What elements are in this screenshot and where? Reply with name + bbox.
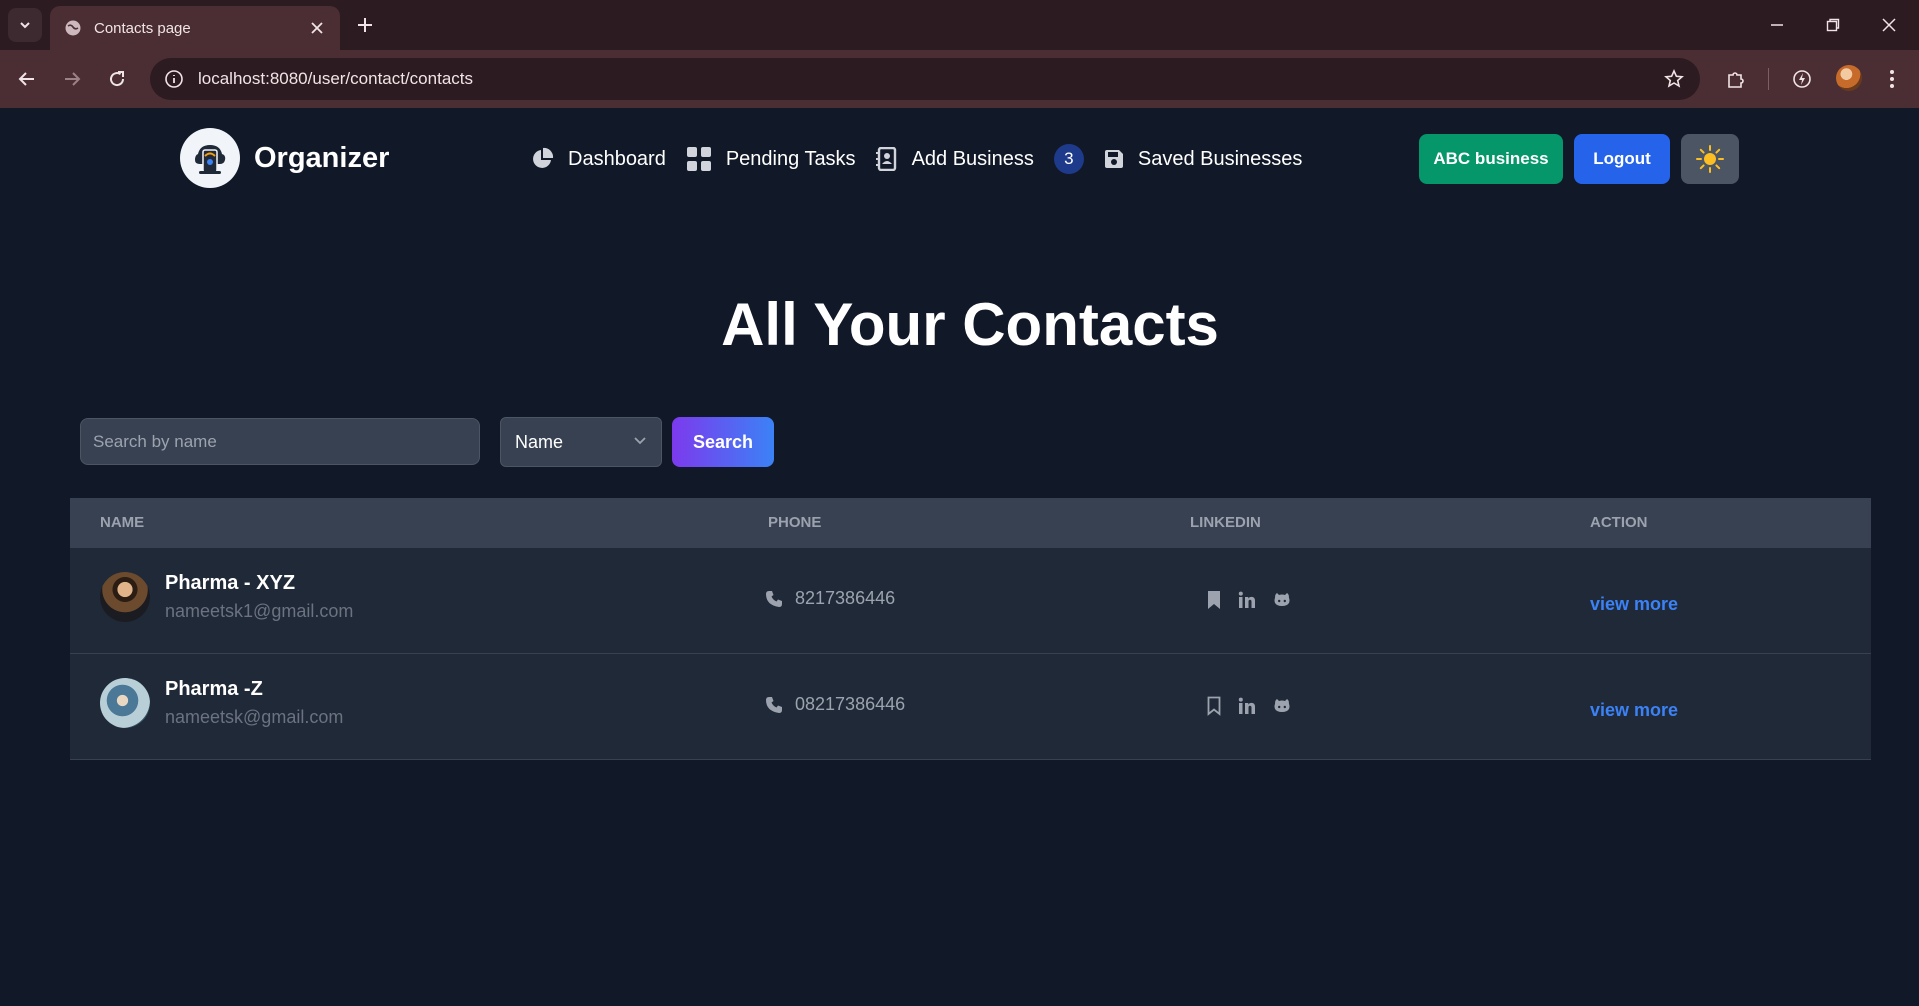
column-header-name: NAME bbox=[100, 514, 145, 531]
profile-avatar[interactable] bbox=[1836, 65, 1862, 91]
floppy-disk-icon bbox=[1104, 150, 1123, 168]
plus-icon bbox=[358, 18, 372, 32]
linkedin-icon[interactable] bbox=[1238, 591, 1256, 609]
new-tab-button[interactable] bbox=[352, 12, 378, 38]
table-header: NAME PHONE LINKEDIN ACTION bbox=[70, 498, 1871, 548]
nav-add-business-label: Add Business bbox=[911, 147, 1034, 170]
browser-tab[interactable]: Contacts page bbox=[50, 6, 340, 50]
tab-title: Contacts page bbox=[94, 19, 191, 37]
bookmark-star-icon[interactable] bbox=[1664, 69, 1684, 89]
table-row: Pharma -Z nameetsk@gmail.com 08217386446… bbox=[70, 654, 1871, 760]
theme-toggle-button[interactable] bbox=[1681, 134, 1739, 184]
page-title: All Your Contacts bbox=[721, 291, 1219, 358]
linkedin-icon[interactable] bbox=[1238, 697, 1256, 715]
arrow-right-icon bbox=[65, 72, 81, 86]
nav-saved-businesses[interactable]: Saved Businesses bbox=[1104, 147, 1303, 171]
contact-name: Pharma -Z bbox=[165, 678, 263, 700]
avatar bbox=[100, 678, 150, 728]
column-header-action: ACTION bbox=[1590, 514, 1648, 531]
menu-button[interactable] bbox=[1876, 63, 1908, 95]
back-button[interactable] bbox=[11, 63, 43, 95]
close-window-button[interactable] bbox=[1861, 0, 1917, 50]
address-book-icon bbox=[875, 147, 896, 171]
performance-button[interactable] bbox=[1786, 63, 1818, 95]
contact-name: Pharma - XYZ bbox=[165, 572, 296, 594]
logout-button[interactable]: Logout bbox=[1574, 134, 1670, 184]
tab-search-button[interactable] bbox=[8, 8, 42, 42]
chevron-down-icon bbox=[634, 437, 646, 445]
search-field-select[interactable]: Name bbox=[500, 417, 662, 467]
chevron-down-icon bbox=[20, 22, 30, 29]
nav-menu: Dashboard Pending Tasks Add Business 3 S… bbox=[530, 144, 1322, 174]
phone-number: 08217386446 bbox=[795, 694, 906, 714]
bookmark-outline-icon[interactable] bbox=[1206, 696, 1222, 716]
contact-email: nameetsk@gmail.com bbox=[165, 707, 344, 727]
avatar bbox=[100, 572, 150, 622]
speed-icon bbox=[1793, 70, 1811, 88]
browser-tab-bar: Contacts page bbox=[0, 0, 1919, 50]
column-header-linkedin: LINKEDIN bbox=[1190, 514, 1261, 531]
browser-toolbar: localhost:8080/user/contact/contacts bbox=[0, 50, 1919, 108]
url-text: localhost:8080/user/contact/contacts bbox=[198, 69, 473, 88]
nav-dashboard-label: Dashboard bbox=[568, 147, 666, 170]
minimize-button[interactable] bbox=[1749, 0, 1805, 50]
phone-number: 8217386446 bbox=[795, 588, 896, 608]
restore-icon bbox=[1826, 18, 1840, 32]
pie-chart-icon bbox=[533, 147, 554, 168]
nav-dashboard[interactable]: Dashboard bbox=[530, 147, 666, 171]
search-button[interactable]: Search bbox=[672, 417, 774, 467]
brand[interactable]: Organizer bbox=[180, 128, 389, 188]
phone-icon bbox=[766, 696, 782, 713]
nav-pending-tasks-label: Pending Tasks bbox=[725, 147, 856, 170]
globe-icon bbox=[65, 20, 81, 36]
close-icon[interactable] bbox=[308, 19, 326, 37]
restore-button[interactable] bbox=[1805, 0, 1861, 50]
contact-email: nameetsk1@gmail.com bbox=[165, 601, 354, 621]
nav-pending-tasks[interactable]: Pending Tasks bbox=[686, 146, 856, 172]
github-icon[interactable] bbox=[1272, 591, 1292, 609]
contact-phone: 08217386446 bbox=[765, 694, 905, 715]
column-header-phone: PHONE bbox=[768, 514, 822, 531]
table-row: Pharma - XYZ nameetsk1@gmail.com 8217386… bbox=[70, 548, 1871, 654]
sun-icon bbox=[1696, 145, 1724, 173]
reload-icon bbox=[110, 71, 125, 87]
github-icon[interactable] bbox=[1272, 697, 1292, 715]
search-field-value: Name bbox=[515, 431, 564, 452]
contacts-table: NAME PHONE LINKEDIN ACTION Pharma - XYZ … bbox=[70, 498, 1871, 760]
nav-add-business[interactable]: Add Business bbox=[875, 147, 1034, 171]
app-navbar: Organizer Dashboard Pending Tasks Add Bu… bbox=[0, 108, 1919, 212]
toolbar-divider bbox=[1768, 68, 1769, 90]
view-more-link[interactable]: view more bbox=[1590, 594, 1678, 615]
view-more-link[interactable]: view more bbox=[1590, 700, 1678, 721]
arrow-left-icon bbox=[18, 72, 34, 86]
phone-icon bbox=[766, 590, 782, 607]
contact-links bbox=[1206, 590, 1308, 610]
brand-name: Organizer bbox=[254, 141, 390, 174]
search-input[interactable] bbox=[80, 418, 480, 465]
organizer-logo-icon bbox=[180, 128, 240, 188]
more-vertical-icon bbox=[1890, 70, 1894, 88]
site-info-icon[interactable] bbox=[164, 69, 184, 89]
close-icon bbox=[1882, 18, 1896, 32]
contact-links bbox=[1206, 696, 1308, 716]
bookmark-filled-icon[interactable] bbox=[1206, 590, 1222, 610]
grid-icon bbox=[686, 147, 711, 171]
nav-saved-businesses-label: Saved Businesses bbox=[1137, 147, 1303, 170]
forward-button[interactable] bbox=[56, 63, 88, 95]
puzzle-icon bbox=[1728, 72, 1744, 88]
minimize-icon bbox=[1771, 24, 1783, 26]
reload-button[interactable] bbox=[101, 63, 133, 95]
notification-badge[interactable]: 3 bbox=[1053, 144, 1084, 174]
business-button[interactable]: ABC business bbox=[1419, 134, 1563, 184]
contact-phone: 8217386446 bbox=[765, 588, 895, 609]
address-bar[interactable]: localhost:8080/user/contact/contacts bbox=[150, 58, 1700, 100]
extensions-button[interactable] bbox=[1720, 63, 1752, 95]
